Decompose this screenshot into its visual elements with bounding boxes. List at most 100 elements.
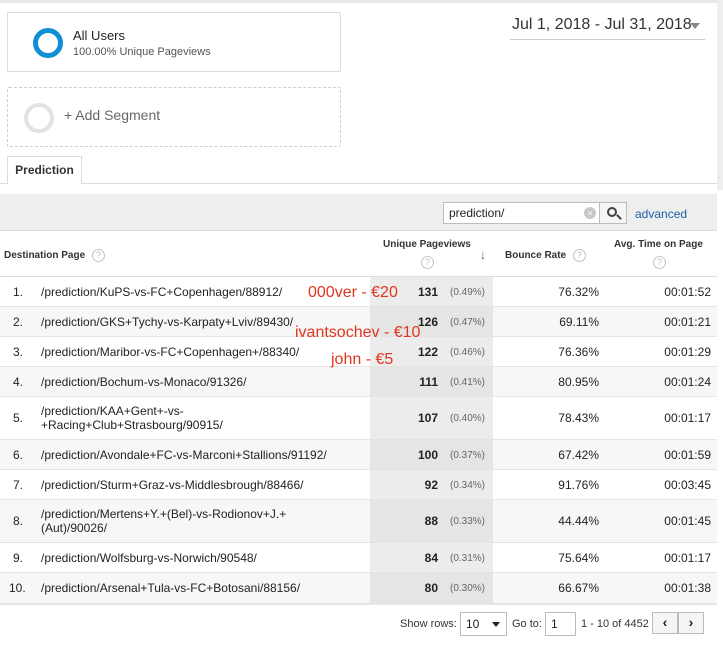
row-pageviews: 126 <box>417 315 438 329</box>
row-pageviews-percent: (0.46%) <box>450 347 486 358</box>
row-number: 8. <box>13 514 24 528</box>
row-number: 1. <box>13 285 24 299</box>
row-avg-time: 00:01:59 <box>664 448 711 462</box>
table-row: 6. /prediction/Avondale+FC-vs-Marconi+St… <box>0 440 717 470</box>
search-icon-handle <box>616 214 622 220</box>
row-bounce-rate: 67.42% <box>558 448 599 462</box>
annotation-first-place: 000ver - €20 <box>308 284 398 301</box>
annotation-second-place: ivantsochev - €10 <box>295 324 421 341</box>
row-page-link[interactable]: /prediction/Bochum-vs-Monaco/91326/ <box>41 375 331 389</box>
row-bounce-rate: 75.64% <box>558 551 599 565</box>
right-border <box>717 0 723 190</box>
row-pageviews: 88 <box>424 514 438 528</box>
next-page-button[interactable]: › <box>678 612 704 634</box>
header-destination-page[interactable]: Destination Page ? <box>4 249 105 262</box>
row-page-link[interactable]: /prediction/KAA+Gent+-vs-+Racing+Club+St… <box>41 404 256 432</box>
goto-page-input[interactable]: 1 <box>545 612 576 636</box>
header-bounce-rate[interactable]: Bounce Rate ? <box>505 249 586 262</box>
row-avg-time: 00:01:52 <box>664 285 711 299</box>
table-row: 5. /prediction/KAA+Gent+-vs-+Racing+Club… <box>0 397 717 440</box>
row-page-link[interactable]: /prediction/GKS+Tychy-vs-Karpaty+Lviv/89… <box>41 315 331 329</box>
add-segment-label: + Add Segment <box>64 107 161 123</box>
date-range-picker[interactable]: Jul 1, 2018 - Jul 31, 2018 <box>510 14 705 40</box>
pageviews-cell: 100 (0.37%) <box>370 440 493 469</box>
top-border <box>0 0 723 3</box>
help-icon[interactable]: ? <box>421 256 434 269</box>
pageviews-cell: 88 (0.33%) <box>370 500 493 542</box>
row-pageviews: 84 <box>424 551 438 565</box>
pageviews-cell: 107 (0.40%) <box>370 397 493 439</box>
row-bounce-rate: 44.44% <box>558 514 599 528</box>
row-avg-time: 00:01:38 <box>664 581 711 595</box>
filter-input[interactable] <box>443 202 600 224</box>
help-icon[interactable]: ? <box>653 256 666 269</box>
header-bounce-rate-label: Bounce Rate <box>505 250 567 262</box>
row-bounce-rate: 76.36% <box>558 345 599 359</box>
pageviews-cell: 80 (0.30%) <box>370 573 493 603</box>
clear-icon[interactable]: × <box>584 207 596 219</box>
row-pageviews: 100 <box>417 448 438 462</box>
segment-ring-icon <box>33 28 63 58</box>
header-unique-pageviews[interactable]: Unique Pageviews <box>383 239 471 250</box>
row-avg-time: 00:01:17 <box>664 411 711 425</box>
row-pageviews-percent: (0.33%) <box>450 516 486 527</box>
header-unique-pageviews-label: Unique Pageviews <box>383 239 471 250</box>
row-page-link[interactable]: /prediction/Arsenal+Tula-vs-FC+Botosani/… <box>41 581 331 595</box>
row-avg-time: 00:01:24 <box>664 375 711 389</box>
table-pagination: Show rows: 10 Go to: 1 1 - 10 of 4452 ‹ … <box>0 604 717 645</box>
row-bounce-rate: 78.43% <box>558 411 599 425</box>
segment-subtitle: 100.00% Unique Pageviews <box>73 46 211 58</box>
row-bounce-rate: 91.76% <box>558 478 599 492</box>
header-avg-time-label: Avg. Time on Page <box>614 239 703 250</box>
chevron-down-icon <box>690 23 700 29</box>
row-page-link[interactable]: /prediction/Maribor-vs-FC+Copenhagen+/88… <box>41 345 331 359</box>
row-bounce-rate: 66.67% <box>558 581 599 595</box>
header-avg-time[interactable]: Avg. Time on Page <box>614 239 703 250</box>
previous-page-button[interactable]: ‹ <box>652 612 678 634</box>
row-pageviews: 122 <box>417 345 438 359</box>
row-pageviews: 80 <box>424 581 438 595</box>
sort-descending-icon[interactable]: ↓ <box>480 248 486 262</box>
row-page-link[interactable]: /prediction/Wolfsburg-vs-Norwich/90548/ <box>41 551 331 565</box>
row-number: 9. <box>13 551 24 565</box>
row-number: 2. <box>13 315 24 329</box>
goto-label: Go to: <box>512 618 542 630</box>
table-row: 9. /prediction/Wolfsburg-vs-Norwich/9054… <box>0 543 717 573</box>
row-page-link[interactable]: /prediction/Sturm+Graz-vs-Middlesbrough/… <box>41 478 331 492</box>
date-range-label: Jul 1, 2018 - Jul 31, 2018 <box>512 16 692 33</box>
help-icon[interactable]: ? <box>572 249 586 262</box>
add-segment-button[interactable]: + Add Segment <box>7 87 341 147</box>
show-rows-label: Show rows: <box>400 618 457 630</box>
row-page-link[interactable]: /prediction/Avondale+FC-vs-Marconi+Stall… <box>41 448 361 462</box>
segment-all-users[interactable]: All Users 100.00% Unique Pageviews <box>7 12 341 72</box>
table-row: 10. /prediction/Arsenal+Tula-vs-FC+Botos… <box>0 573 717 604</box>
advanced-filter-link[interactable]: advanced <box>635 207 687 221</box>
table-row: 7. /prediction/Sturm+Graz-vs-Middlesbrou… <box>0 470 717 500</box>
row-pageviews: 111 <box>419 375 438 389</box>
row-avg-time: 00:03:45 <box>664 478 711 492</box>
row-number: 5. <box>13 411 24 425</box>
row-pageviews-percent: (0.47%) <box>450 317 486 328</box>
row-pageviews-percent: (0.40%) <box>450 413 486 424</box>
row-page-link[interactable]: /prediction/KuPS-vs-FC+Copenhagen/88912/ <box>41 285 331 299</box>
show-rows-select[interactable]: 10 <box>460 612 507 636</box>
pageviews-cell: 92 (0.34%) <box>370 470 493 499</box>
row-pageviews-percent: (0.31%) <box>450 553 486 564</box>
table-toolbar: × advanced <box>0 194 717 231</box>
tab-prediction[interactable]: Prediction <box>7 156 82 185</box>
header-destination-page-label: Destination Page <box>4 250 86 262</box>
row-pageviews-percent: (0.30%) <box>450 583 486 594</box>
row-bounce-rate: 80.95% <box>558 375 599 389</box>
help-icon[interactable]: ? <box>91 249 105 262</box>
chevron-down-icon <box>492 622 500 627</box>
tab-bar <box>0 183 717 184</box>
row-avg-time: 00:01:45 <box>664 514 711 528</box>
page-range-text: 1 - 10 of 4452 <box>581 618 649 630</box>
row-bounce-rate: 69.11% <box>559 315 599 329</box>
row-number: 4. <box>13 375 24 389</box>
row-avg-time: 00:01:29 <box>664 345 711 359</box>
show-rows-value: 10 <box>466 617 480 631</box>
search-button[interactable] <box>600 202 627 224</box>
row-avg-time: 00:01:17 <box>664 551 711 565</box>
row-page-link[interactable]: /prediction/Mertens+Y.+(Bel)-vs-Rodionov… <box>41 507 311 535</box>
